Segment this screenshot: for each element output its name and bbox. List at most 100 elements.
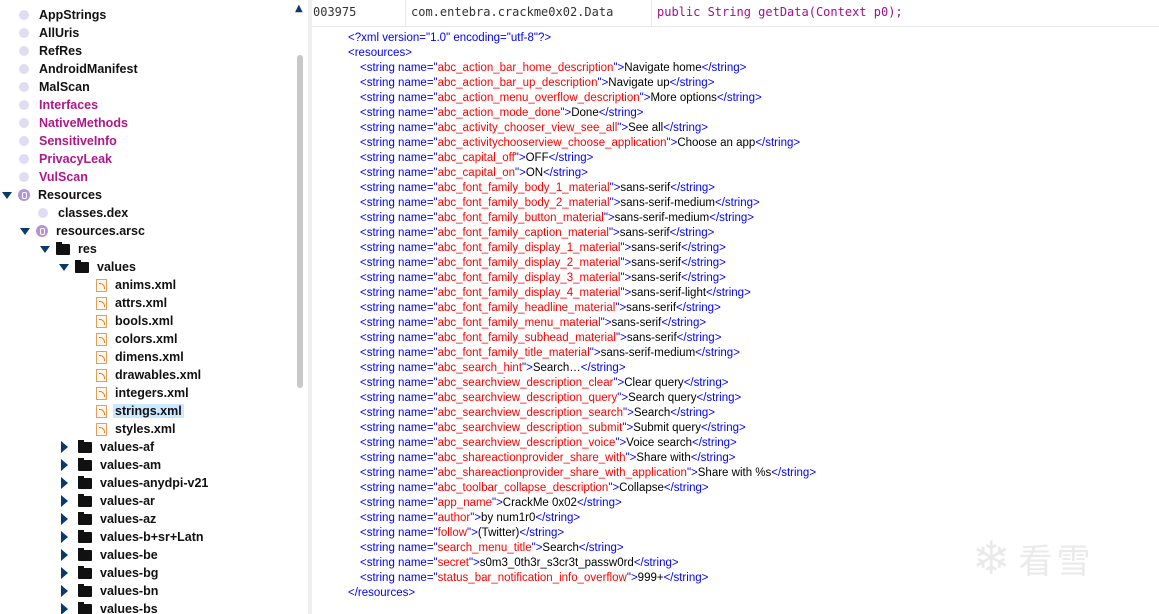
collapse-arrow-icon[interactable] [61,567,68,579]
expand-arrow-icon[interactable] [20,227,30,235]
xml-attr-name: name= [398,167,434,179]
tree-item[interactable]: res [40,240,99,258]
tree-item[interactable]: AppStrings [19,6,108,24]
folder-icon [78,475,92,489]
splitter[interactable] [308,0,312,614]
tree-item[interactable]: values-be [61,546,160,564]
xml-attr-name: name= [398,437,434,449]
string-value: s0m3_0th3r_s3cr3t_passw0rd [479,557,634,569]
tree-item[interactable]: values-anydpi-v21 [61,474,210,492]
tree-item-label: Resources [38,188,102,202]
string-name: abc_font_family_menu_material [437,317,601,329]
string-value: OFF [525,152,549,164]
xml-string-line: <string name="abc_searchview_description… [348,376,816,391]
xml-attr-name: name= [398,377,434,389]
collapse-arrow-icon[interactable] [61,477,68,489]
tree-item[interactable]: NativeMethods [19,114,130,132]
folder-icon [78,511,92,525]
tree-item[interactable]: strings.xml [96,402,184,420]
tree-item-label: integers.xml [115,386,189,400]
collapse-arrow-icon[interactable] [61,441,68,453]
expand-arrow-icon[interactable] [59,263,69,271]
tree-item[interactable]: integers.xml [96,384,191,402]
tree-item-label: res [78,242,97,256]
collapse-arrow-icon[interactable] [61,459,68,471]
tree-item[interactable]: Resources [2,186,104,204]
scroll-up-arrow-icon[interactable]: ▲ [295,3,303,14]
tree-item[interactable]: attrs.xml [96,294,169,312]
tree-item[interactable]: RefRes [19,42,84,60]
tree-item-label: SensitiveInfo [39,134,117,148]
string-value: sans-serif [620,182,671,194]
expand-arrow-icon[interactable] [2,191,12,199]
tree-item[interactable]: bools.xml [96,312,175,330]
xml-attr-name: name= [398,122,434,134]
tree-item[interactable]: MalScan [19,78,92,96]
tree-item[interactable]: values-af [61,438,156,456]
string-value: Search [542,542,579,554]
collapse-arrow-icon[interactable] [61,603,68,614]
collapse-arrow-icon[interactable] [61,549,68,561]
xml-file-icon [96,332,107,346]
xml-string-line: <string name="follow">(Twitter)</string> [348,526,816,541]
tree-item[interactable]: VulScan [19,168,90,186]
xml-tag: > [691,467,698,479]
xml-string-line: <string name="abc_font_family_display_4_… [348,286,816,301]
tree-item[interactable]: values-bg [61,564,160,582]
tree-item-label: strings.xml [113,404,184,418]
string-name: abc_searchview_description_search [437,407,624,419]
expand-arrow-icon[interactable] [40,245,50,253]
tree-item-label: PrivacyLeak [39,152,112,166]
tree-item[interactable]: classes.dex [38,204,130,222]
tree-item[interactable]: PrivacyLeak [19,150,114,168]
result-class: com.entebra.crackme0x02.Data [411,5,614,19]
tree-item-label: dimens.xml [115,350,184,364]
xml-root-close: </resources> [348,587,416,599]
xml-tag: </string> [669,77,715,89]
string-value: sans-serif [631,257,682,269]
collapse-arrow-icon[interactable] [61,513,68,525]
tree-item[interactable]: anims.xml [96,276,178,294]
xml-string-line: <string name="abc_shareactionprovider_sh… [348,451,816,466]
tree-item[interactable]: dimens.xml [96,348,186,366]
tree-item[interactable]: values-bn [61,582,160,600]
tree-item[interactable]: values-ar [61,492,157,510]
tree-item[interactable]: SensitiveInfo [19,132,119,150]
xml-tag: <string [360,407,399,419]
string-value: Clear query [624,377,684,389]
tree-item[interactable]: values-bs [61,600,160,614]
tree-item[interactable]: AllUris [19,24,81,42]
tree-item[interactable]: Interfaces [19,96,100,114]
tree-scrollbar[interactable] [296,0,308,614]
xml-string-line: <string name="abc_action_bar_up_descript… [348,76,816,91]
xml-string-line: <string name="author">by num1r0</string> [348,511,816,526]
node-dot-icon [19,100,29,110]
tree-item[interactable]: values-b+sr+Latn [61,528,206,546]
resource-tree[interactable]: AppStrings AllUris RefRes AndroidManifest Ma… [0,0,296,614]
scrollbar-thumb[interactable] [297,55,303,388]
tree-item[interactable]: values-az [61,510,158,528]
xml-tag: > [630,572,638,584]
string-name: abc_searchview_description_voice [437,437,616,449]
tree-item[interactable]: AndroidManifest [19,60,140,78]
folder-icon [75,259,89,273]
collapse-arrow-icon[interactable] [61,585,68,597]
tree-item[interactable]: colors.xml [96,330,180,348]
xml-tag: </string> [661,317,707,329]
collapse-arrow-icon[interactable] [61,531,68,543]
string-value: sans-serif-medium [614,212,710,224]
tree-item[interactable]: resources.arsc [20,222,147,240]
tree-item[interactable]: drawables.xml [96,366,203,384]
tree-item[interactable]: values [59,258,138,276]
xml-tag: </string> [663,122,708,134]
xml-tag: <string [360,362,399,374]
collapse-arrow-icon[interactable] [61,495,68,507]
xml-viewer[interactable]: <?xml version="1.0" encoding="utf-8"?> <r… [348,31,816,601]
tree-item[interactable]: values-am [61,456,163,474]
xml-tag: </string> [681,272,726,284]
tree-item-label: AppStrings [39,8,107,22]
xml-tag: </string> [548,152,594,164]
search-result-row[interactable]: ▲ 003975 com.entebra.crackme0x02.Data pu… [295,0,1159,27]
string-value: ON [525,167,544,179]
tree-item[interactable]: styles.xml [96,420,177,438]
